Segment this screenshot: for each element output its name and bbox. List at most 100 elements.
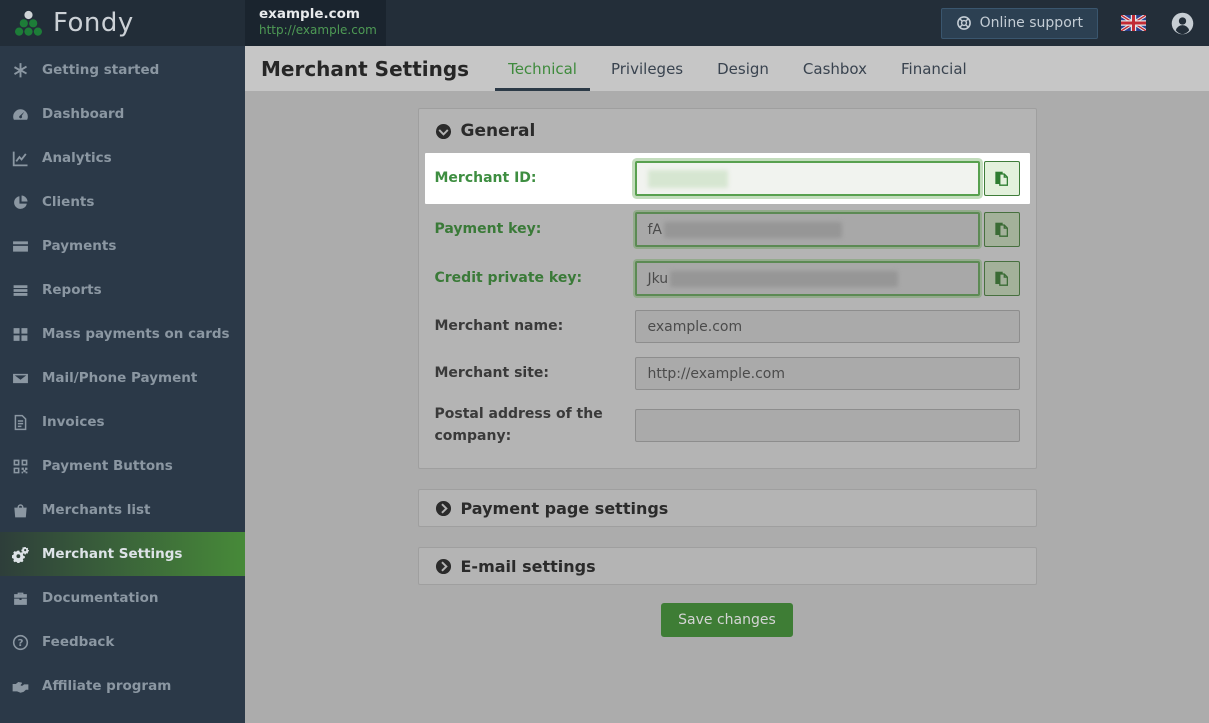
sidebar-item-label: Mass payments on cards (42, 326, 230, 342)
sidebar-item-label: Dashboard (42, 106, 125, 122)
language-flag-uk[interactable] (1121, 15, 1146, 31)
handshake-icon (12, 681, 29, 693)
sidebar-item-documentation[interactable]: Documentation (0, 576, 245, 620)
page-title: Merchant Settings (261, 56, 470, 81)
question-circle-icon: ? (12, 634, 29, 650)
sidebar-item-label: Clients (42, 194, 95, 210)
sidebar-item-label: Getting started (42, 62, 160, 78)
general-panel: General Merchant ID: Payment key: fA Cre… (417, 108, 1037, 470)
sidebar: Fondy Getting started Dashboard Analytic… (0, 0, 245, 723)
sidebar-item-label: Feedback (42, 634, 115, 650)
chevron-circle-right-icon (435, 500, 451, 516)
field-row-credit-private-key: Credit private key: Jku (435, 261, 1020, 296)
app-window: Fondy Getting started Dashboard Analytic… (0, 0, 1209, 723)
copy-icon (995, 222, 1008, 237)
fondy-logo[interactable]: Fondy (0, 0, 245, 46)
sidebar-item-label: Merchants list (42, 502, 151, 518)
redacted-value (647, 169, 728, 188)
credit-private-key-input[interactable]: Jku (634, 261, 980, 296)
sidebar-item-label: Payments (42, 238, 117, 254)
credit-private-key-copy-button[interactable] (983, 261, 1020, 296)
redacted-value (670, 270, 899, 287)
topbar-right: Online support (940, 7, 1209, 39)
gears-icon (12, 546, 29, 563)
copy-icon (995, 171, 1008, 186)
invoice-file-icon (14, 414, 27, 430)
sidebar-item-getting-started[interactable]: Getting started (0, 48, 245, 92)
copy-icon (995, 271, 1008, 286)
shopping-bag-icon (14, 503, 27, 517)
merchant-tab-url: http://example.com (259, 23, 377, 37)
email-settings-title: E-mail settings (460, 556, 596, 576)
merchant-id-copy-button[interactable] (983, 161, 1020, 196)
sidebar-item-merchant-settings[interactable]: Merchant Settings (0, 532, 245, 576)
online-support-button[interactable]: Online support (940, 7, 1098, 39)
clients-icon (14, 194, 28, 209)
general-panel-header[interactable]: General (419, 109, 1036, 153)
sidebar-nav: Getting started Dashboard Analytics Clie… (0, 46, 245, 723)
merchant-id-label: Merchant ID: (434, 169, 537, 186)
brand-name: Fondy (53, 8, 134, 38)
tab-cashbox[interactable]: Cashbox (786, 46, 884, 91)
credit-card-icon (13, 240, 28, 252)
sidebar-item-label: Reports (42, 282, 102, 298)
sidebar-item-clients[interactable]: Clients (0, 180, 245, 224)
credit-private-key-prefix: Jku (647, 270, 669, 287)
payment-key-input[interactable]: fA (634, 212, 980, 247)
grid-icon (13, 327, 28, 341)
email-settings-panel[interactable]: E-mail settings (417, 547, 1037, 586)
sidebar-item-label: Affiliate program (42, 678, 172, 694)
merchant-site-label: Merchant site: (434, 364, 550, 381)
merchant-name-label: Merchant name: (434, 317, 564, 334)
field-row-merchant-name: Merchant name: (435, 310, 1020, 343)
topbar: example.com http://example.com Online su… (245, 0, 1209, 46)
content-area: General Merchant ID: Payment key: fA Cre… (245, 91, 1209, 723)
dashboard-icon (13, 108, 28, 120)
payment-key-prefix: fA (647, 221, 663, 238)
sidebar-item-merchants-list[interactable]: Merchants list (0, 488, 245, 532)
tab-financial[interactable]: Financial (884, 46, 984, 91)
sidebar-item-payments[interactable]: Payments (0, 224, 245, 268)
analytics-icon (12, 151, 28, 166)
tab-technical[interactable]: Technical (491, 46, 594, 91)
merchant-id-input[interactable] (634, 161, 980, 196)
main-area: example.com http://example.com Online su… (245, 0, 1209, 723)
general-panel-title: General (460, 121, 536, 141)
sidebar-item-label: Documentation (42, 590, 159, 606)
sidebar-item-payment-buttons[interactable]: Payment Buttons (0, 444, 245, 488)
postal-address-input[interactable] (634, 409, 1020, 443)
sidebar-item-reports[interactable]: Reports (0, 268, 245, 312)
save-changes-button[interactable]: Save changes (661, 603, 793, 638)
merchant-site-input[interactable] (634, 357, 1020, 390)
sidebar-item-mail-phone-payment[interactable]: Mail/Phone Payment (0, 356, 245, 400)
sidebar-item-analytics[interactable]: Analytics (0, 136, 245, 180)
sidebar-item-dashboard[interactable]: Dashboard (0, 92, 245, 136)
asterisk-icon (14, 62, 27, 77)
tab-design[interactable]: Design (700, 46, 786, 91)
field-row-payment-key: Payment key: fA (435, 212, 1020, 247)
reports-icon (13, 284, 28, 296)
sidebar-item-mass-payments[interactable]: Mass payments on cards (0, 312, 245, 356)
sidebar-item-affiliate-program[interactable]: Affiliate program (0, 664, 245, 708)
user-avatar[interactable] (1171, 12, 1194, 35)
life-ring-icon (956, 16, 971, 30)
sidebar-item-invoices[interactable]: Invoices (0, 400, 245, 444)
payment-page-settings-title: Payment page settings (460, 498, 669, 518)
page-header: Merchant Settings Technical Privileges D… (245, 46, 1209, 91)
merchant-name-input[interactable] (634, 310, 1020, 343)
tab-privileges[interactable]: Privileges (594, 46, 700, 91)
active-merchant-tab[interactable]: example.com http://example.com (245, 0, 386, 46)
sidebar-item-feedback[interactable]: ? Feedback (0, 620, 245, 664)
sidebar-item-label: Payment Buttons (42, 458, 173, 474)
tab-bar: Technical Privileges Design Cashbox Fina… (491, 46, 984, 91)
postal-address-label: Postal address of the company: (434, 406, 603, 444)
payment-page-settings-panel[interactable]: Payment page settings (417, 489, 1037, 528)
sidebar-item-label: Merchant Settings (42, 546, 183, 562)
briefcase-icon (14, 592, 27, 605)
payment-key-copy-button[interactable] (983, 212, 1020, 247)
qrcode-icon (13, 459, 28, 473)
chevron-circle-down-icon (435, 123, 451, 139)
sidebar-item-label: Mail/Phone Payment (42, 370, 198, 386)
general-fields: Merchant ID: Payment key: fA Credit priv… (419, 153, 1036, 468)
merchant-tab-name: example.com (259, 6, 360, 22)
